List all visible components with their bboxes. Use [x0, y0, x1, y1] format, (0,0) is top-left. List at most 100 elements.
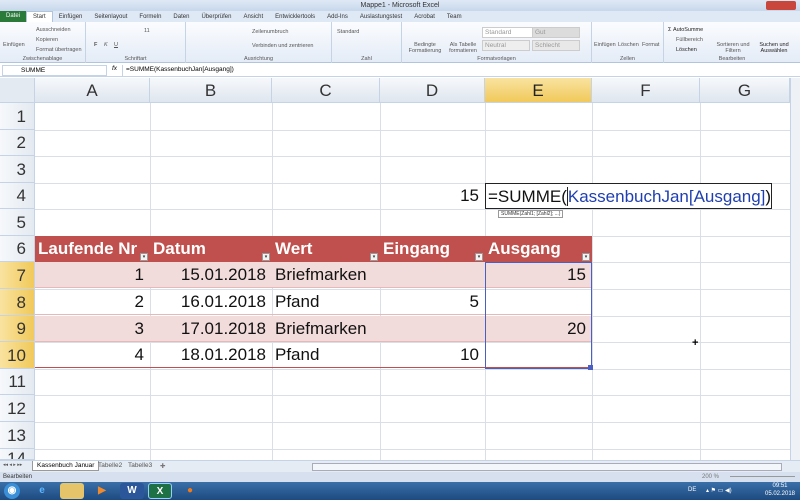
cell-c8[interactable]: Pfand [275, 289, 319, 315]
row-header-11[interactable]: 11 [0, 369, 35, 395]
worksheet-grid[interactable]: A B C D E F G 1 2 3 4 5 6 7 8 9 10 11 12… [0, 78, 790, 460]
tab-ueberpruefen[interactable]: Überprüfen [195, 14, 237, 20]
format-cells-button[interactable]: Format [642, 42, 659, 48]
row-header-10[interactable]: 10 [0, 342, 35, 369]
clock-date[interactable]: 05.02.2018 [762, 491, 798, 497]
column-header-e[interactable]: E [485, 78, 592, 103]
tab-add-ins[interactable]: Add-Ins [321, 14, 354, 20]
tab-formeln[interactable]: Formeln [133, 14, 167, 20]
column-header-a[interactable]: A [35, 78, 150, 103]
tab-start[interactable]: Start [26, 11, 53, 22]
sheet-tab-tabelle2[interactable]: Tabelle2 [98, 462, 122, 469]
tab-daten[interactable]: Daten [167, 14, 195, 20]
cell-a8[interactable]: 2 [35, 289, 150, 315]
underline-button[interactable]: U [114, 42, 118, 48]
internet-explorer-icon[interactable]: e [30, 483, 54, 499]
row-header-13[interactable]: 13 [0, 422, 35, 449]
row-header-1[interactable]: 1 [0, 103, 35, 130]
zoom-level[interactable]: 200 % [702, 472, 719, 482]
column-header-d[interactable]: D [380, 78, 485, 103]
tray-icons[interactable]: ▴ ⚑ ▭ ◀) [706, 487, 732, 494]
filter-dropdown-icon[interactable]: ▾ [262, 253, 270, 261]
sheet-tab-kassenbuch-januar[interactable]: Kassenbuch Januar [32, 461, 100, 471]
name-box[interactable]: SUMME [2, 65, 107, 76]
start-button-icon[interactable]: ◉ [4, 483, 20, 499]
row-header-3[interactable]: 3 [0, 156, 35, 183]
zoom-slider[interactable] [730, 476, 795, 477]
row-header-7[interactable]: 7 [0, 262, 35, 289]
cell-d8[interactable]: 5 [380, 289, 485, 315]
column-header-c[interactable]: C [272, 78, 380, 103]
clock-time[interactable]: 09:51 [762, 483, 798, 489]
cell-c9[interactable]: Briefmarken [275, 316, 367, 342]
new-sheet-icon[interactable]: ✚ [160, 462, 165, 470]
tab-acrobat[interactable]: Acrobat [408, 14, 441, 20]
tab-ansicht[interactable]: Ansicht [237, 14, 269, 20]
cell-c7[interactable]: Briefmarken [275, 262, 367, 288]
cell-d10[interactable]: 10 [380, 342, 485, 368]
format-as-table-button[interactable]: Als Tabelle formatieren [446, 42, 480, 54]
cell-d4[interactable]: 15 [380, 183, 485, 209]
row-header-4[interactable]: 4 [0, 183, 35, 209]
merge-center-button[interactable]: Verbinden und zentrieren [252, 43, 313, 49]
word-icon[interactable]: W [120, 483, 144, 499]
clear-button[interactable]: Löschen [676, 47, 697, 53]
italic-button[interactable]: K [104, 42, 108, 48]
filter-dropdown-icon[interactable]: ▾ [140, 253, 148, 261]
column-header-b[interactable]: B [150, 78, 272, 103]
vertical-scrollbar[interactable] [790, 78, 800, 460]
range-resize-handle[interactable] [588, 365, 593, 370]
select-all-button[interactable] [0, 78, 35, 103]
paste-button[interactable]: Einfügen [3, 42, 25, 48]
sheet-tab-tabelle3[interactable]: Tabelle3 [128, 462, 152, 469]
tab-auslastungstest[interactable]: Auslastungstest [354, 14, 408, 20]
autosum-button[interactable]: Σ AutoSumme [668, 27, 703, 33]
font-size-select[interactable]: 11 [144, 28, 150, 34]
filter-dropdown-icon[interactable]: ▾ [475, 253, 483, 261]
copy-button[interactable]: Kopieren [36, 37, 58, 43]
style-neutral[interactable]: Neutral [482, 40, 530, 51]
style-gut[interactable]: Gut [532, 27, 580, 38]
format-painter-button[interactable]: Format übertragen [36, 47, 82, 53]
media-player-icon[interactable]: ▶ [90, 483, 114, 499]
tab-datei[interactable]: Datei [0, 11, 27, 22]
insert-function-icon[interactable]: fx [112, 65, 120, 72]
cell-b8[interactable]: 16.01.2018 [150, 289, 272, 315]
explorer-icon[interactable] [60, 483, 84, 499]
cell-a10[interactable]: 4 [35, 342, 150, 368]
language-indicator[interactable]: DE [688, 487, 696, 493]
number-format-select[interactable]: Standard [337, 29, 359, 35]
excel-icon[interactable]: X [148, 483, 172, 499]
column-header-f[interactable]: F [592, 78, 700, 103]
cell-a9[interactable]: 3 [35, 316, 150, 342]
row-header-8[interactable]: 8 [0, 289, 35, 316]
row-header-9[interactable]: 9 [0, 316, 35, 342]
sort-filter-button[interactable]: Sortieren und Filtern [716, 42, 750, 54]
row-header-5[interactable]: 5 [0, 209, 35, 236]
tab-seitenlayout[interactable]: Seitenlayout [88, 14, 133, 20]
fill-button[interactable]: Füllbereich [676, 37, 703, 43]
cell-b9[interactable]: 17.01.2018 [150, 316, 272, 342]
bold-button[interactable]: F [94, 42, 97, 48]
firefox-icon[interactable]: ● [178, 483, 202, 499]
close-window-button[interactable] [766, 1, 796, 10]
filter-dropdown-icon[interactable]: ▾ [370, 253, 378, 261]
wrap-text-button[interactable]: Zeilenumbruch [252, 29, 288, 35]
tab-entwicklertools[interactable]: Entwicklertools [269, 14, 321, 20]
column-header-g[interactable]: G [700, 78, 790, 103]
row-header-12[interactable]: 12 [0, 395, 35, 422]
row-header-2[interactable]: 2 [0, 130, 35, 156]
cell-e4-editor[interactable]: =SUMME(KassenbuchJan[Ausgang]) [485, 183, 773, 209]
row-header-6[interactable]: 6 [0, 236, 35, 262]
sheet-nav-arrows-icon[interactable]: ◂◂ ◂ ▸ ▸▸ [3, 462, 22, 468]
cut-button[interactable]: Ausschneiden [36, 27, 71, 33]
find-select-button[interactable]: Suchen und Auswählen [754, 42, 794, 54]
delete-cells-button[interactable]: Löschen [618, 42, 639, 48]
cell-b7[interactable]: 15.01.2018 [150, 262, 272, 288]
tab-einfuegen[interactable]: Einfügen [53, 14, 89, 20]
horizontal-scrollbar[interactable] [312, 463, 782, 471]
conditional-format-button[interactable]: Bedingte Formatierung [408, 42, 442, 54]
filter-dropdown-icon[interactable]: ▾ [582, 253, 590, 261]
tab-team[interactable]: Team [441, 14, 468, 20]
insert-cells-button[interactable]: Einfügen [594, 42, 616, 48]
